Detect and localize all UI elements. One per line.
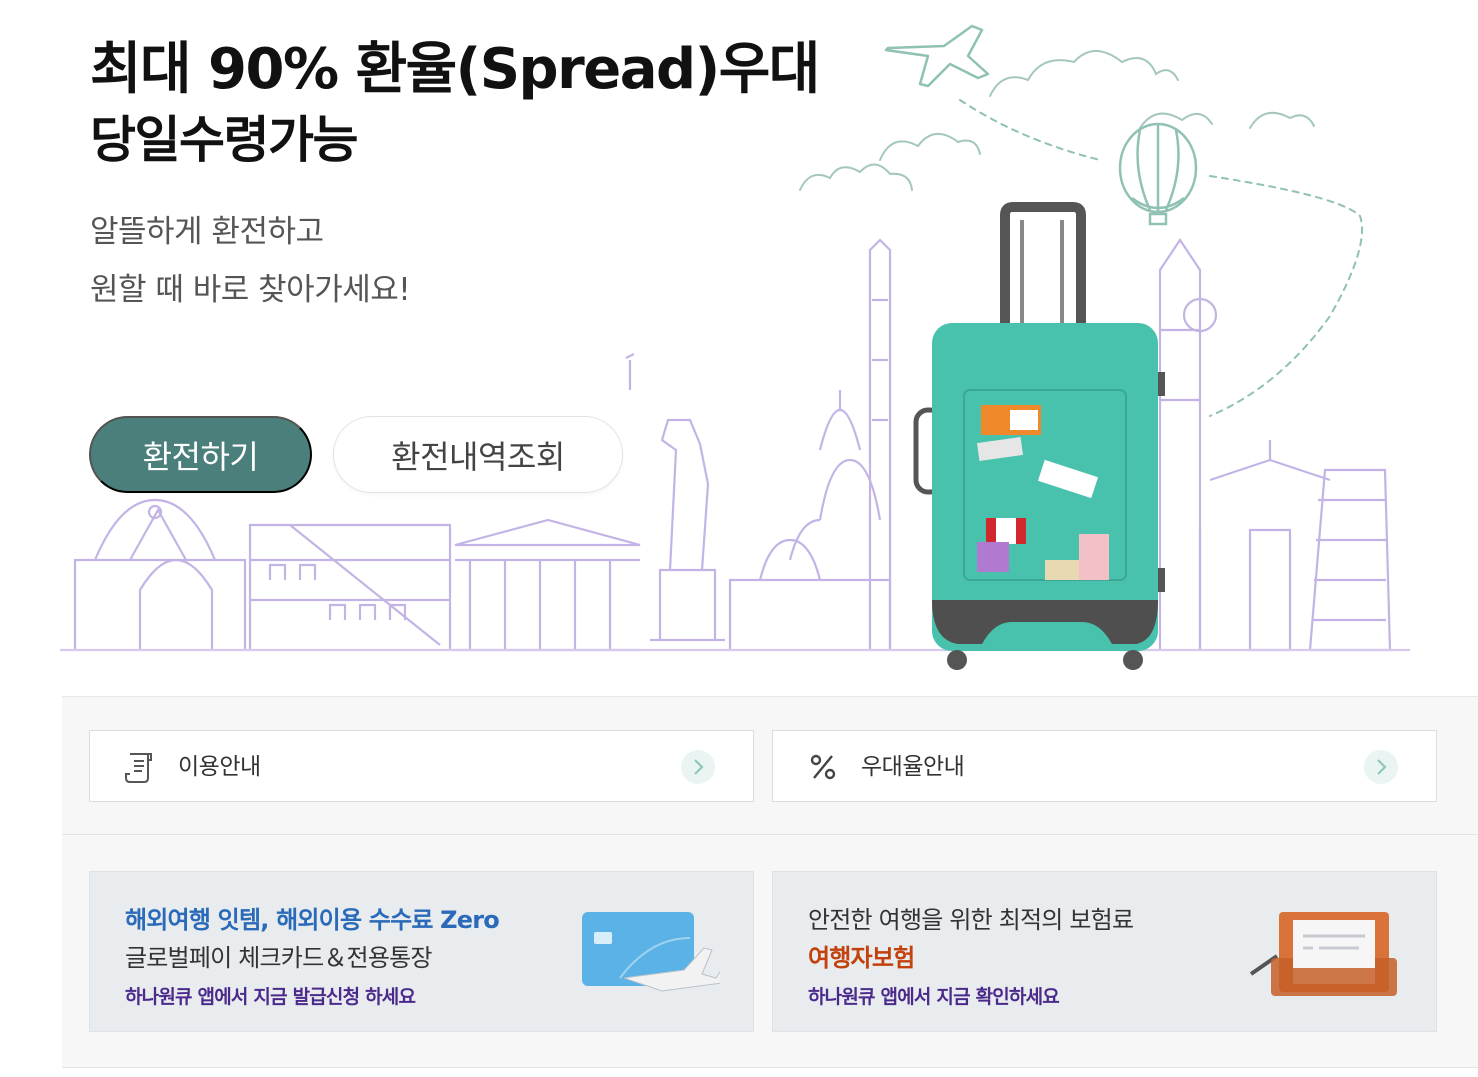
promo-cta-text: 하나원큐 앱에서 지금 확인하세요 (808, 986, 1060, 1008)
global-pay-card-promo[interactable]: 해외여행 잇템, 해외이용 수수료 Zero 글로벌페이 체크카드＆전용통장 하… (89, 871, 754, 1032)
usage-guide-label: 이용안내 (178, 754, 261, 780)
hot-air-balloon-icon (1118, 122, 1198, 226)
suitcase-icon (913, 202, 1165, 670)
exchange-button[interactable]: 환전하기 (89, 416, 312, 493)
airplane-icon (884, 24, 990, 88)
chevron-right-icon (681, 750, 715, 784)
hero-title: 최대 90% 환율(Spread)우대 (90, 37, 820, 102)
promo-product: 글로벌페이 체크카드＆전용통장 (125, 944, 432, 972)
document-icon (125, 753, 152, 783)
travel-insurance-promo[interactable]: 안전한 여행을 위한 최적의 보험료 여행자보험 하나원큐 앱에서 지금 확인하… (772, 871, 1437, 1032)
travel-landmarks-illustration (60, 24, 1410, 670)
suitcase-document-icon (1249, 912, 1397, 996)
promo-product: 여행자보험 (808, 944, 915, 972)
preferential-rate-guide-label: 우대율안내 (861, 754, 965, 780)
hero-description-line1: 알뜰하게 환전하고 (90, 214, 324, 250)
section-divider (62, 834, 1478, 835)
promo-headline: 안전한 여행을 위한 최적의 보험료 (808, 906, 1134, 934)
usage-guide-link[interactable]: 이용안내 (89, 730, 754, 802)
hero-banner: 최대 90% 환율(Spread)우대 당일수령가능 알뜰하게 환전하고 원할 … (0, 0, 1478, 696)
percent-icon (810, 754, 836, 780)
card-airplane-icon (582, 912, 720, 992)
promo-headline: 해외여행 잇템, 해외이용 수수료 Zero (125, 906, 500, 934)
preferential-rate-guide-link[interactable]: 우대율안내 (772, 730, 1437, 802)
hero-description-line2: 원할 때 바로 찾아가세요! (90, 272, 411, 308)
exchange-history-button[interactable]: 환전내역조회 (333, 416, 623, 493)
chevron-right-icon (1364, 750, 1398, 784)
promo-cta-text: 하나원큐 앱에서 지금 발급신청 하세요 (125, 986, 416, 1008)
hero-subtitle: 당일수령가능 (90, 111, 359, 169)
